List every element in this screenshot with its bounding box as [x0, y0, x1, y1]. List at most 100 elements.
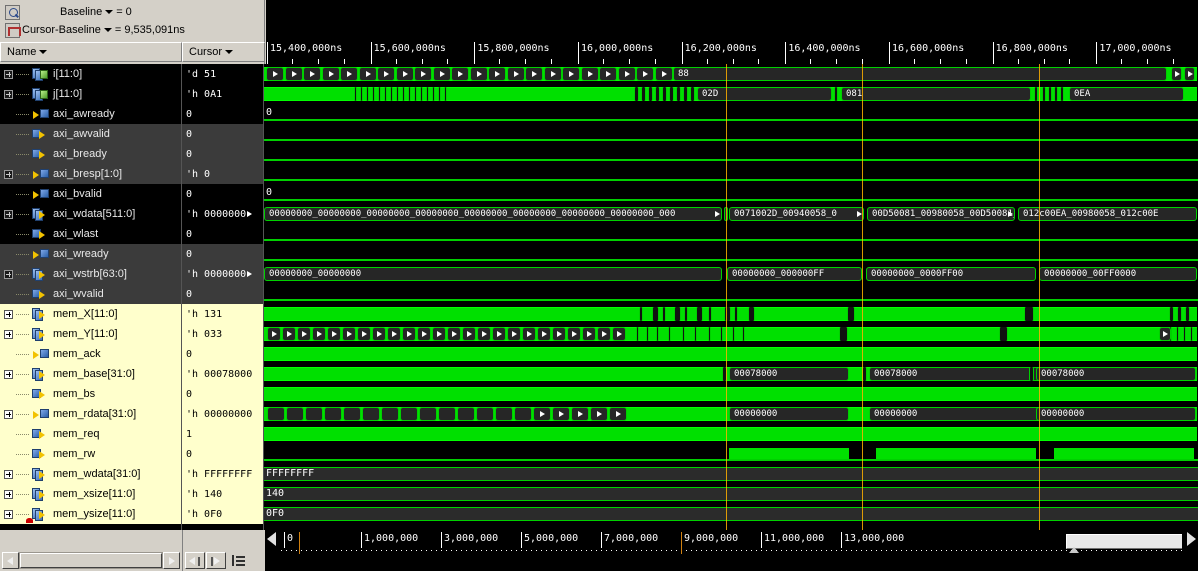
expand-toggle-icon[interactable] — [4, 209, 13, 219]
expand-toggle-icon[interactable] — [4, 329, 13, 339]
waveform-value-segment[interactable] — [286, 407, 304, 421]
waveform-row-mem-ack[interactable] — [264, 344, 1198, 364]
waveform-row-mem-rw[interactable] — [264, 444, 1198, 464]
waveform-value-segment[interactable] — [358, 67, 377, 81]
waveform-value-segment[interactable] — [543, 67, 562, 81]
names-scroll-track[interactable] — [19, 552, 163, 569]
column-header-name[interactable]: Name — [0, 42, 182, 62]
signal-row[interactable]: axi_awready — [0, 104, 181, 124]
signal-row[interactable]: mem_Y[11:0] — [0, 324, 181, 344]
signal-row[interactable]: axi_awvalid — [0, 124, 181, 144]
waveform-row-j[interactable]: 02D 081 0EA — [264, 84, 1198, 104]
waveform-value-segment[interactable] — [381, 407, 399, 421]
waveform-value-segment[interactable] — [462, 327, 476, 341]
waveform-value-segment[interactable] — [1171, 67, 1182, 81]
waveform-value-segment[interactable] — [377, 67, 395, 81]
waveform-value-segment[interactable] — [417, 327, 431, 341]
waveform-row-axi-bresp[interactable] — [264, 164, 1198, 184]
waveform-value-segment[interactable] — [305, 407, 323, 421]
chevron-down-icon[interactable] — [225, 49, 234, 54]
waveform-row-axi-awvalid[interactable] — [264, 124, 1198, 144]
waveform-value-segment[interactable] — [582, 327, 596, 341]
waveform-row-axi-bready[interactable] — [264, 144, 1198, 164]
waveform-value-segment[interactable]: 02D — [697, 87, 832, 101]
signal-row[interactable]: axi_wdata[511:0] — [0, 204, 181, 224]
signal-row[interactable]: mem_base[31:0] — [0, 364, 181, 384]
names-horizontal-scrollbar[interactable] — [2, 552, 180, 569]
signal-row[interactable]: mem_req — [0, 424, 181, 444]
signal-row[interactable]: mem_rdata[31:0] — [0, 404, 181, 424]
signal-names-pane[interactable]: i[11:0] j[11:0] axi_awready axi_awvalid axi_… — [0, 64, 182, 530]
waveform-value-segment[interactable] — [580, 67, 599, 81]
waveform-value-segment[interactable] — [297, 327, 311, 341]
signal-row[interactable]: j[11:0] — [0, 84, 181, 104]
waveform-value-segment[interactable] — [284, 67, 303, 81]
timeline-scroll-right-icon[interactable] — [1187, 532, 1196, 546]
waveform-value-segment[interactable] — [303, 67, 321, 81]
waveform-value-segment[interactable] — [438, 407, 456, 421]
waveform-value-segment[interactable]: 00D50081_00980058_00D50081_ — [867, 207, 1015, 221]
waveform-row-axi-bvalid[interactable]: 0 — [264, 184, 1198, 204]
waveform-value-segment[interactable]: 00078000 — [869, 367, 1039, 381]
waveform-value-segment[interactable] — [343, 407, 361, 421]
waveform-row-axi-wready[interactable] — [264, 244, 1198, 264]
waveform-value-segment[interactable] — [612, 327, 626, 341]
waveform-value-segment[interactable] — [492, 327, 506, 341]
names-scroll-thumb[interactable] — [20, 553, 162, 568]
expand-toggle-icon[interactable] — [4, 409, 13, 419]
view-window-handle[interactable] — [1069, 547, 1079, 553]
waveform-value-segment[interactable] — [282, 327, 296, 341]
waveform-value-segment[interactable]: 00078000 — [729, 367, 849, 381]
waveform-row-axi-wvalid[interactable] — [264, 284, 1198, 304]
waveform-value-segment[interactable] — [451, 67, 469, 81]
waveform-value-segment[interactable] — [533, 407, 551, 421]
waveform-value-segment[interactable]: 00000000_0000FF00 — [866, 267, 1036, 281]
waveform-value-segment[interactable] — [395, 67, 414, 81]
waveform-value-segment[interactable] — [495, 407, 513, 421]
waveform-value-segment[interactable] — [400, 407, 418, 421]
waveform-row-mem-bs[interactable] — [264, 384, 1198, 404]
column-header-cursor[interactable]: Cursor — [182, 42, 265, 62]
waveform-value-segment[interactable] — [340, 67, 358, 81]
waveform-row-i[interactable]: 88 — [264, 64, 1198, 84]
waveform-value-segment[interactable] — [537, 327, 551, 341]
waveform-value-segment[interactable] — [522, 327, 536, 341]
expand-toggle-icon[interactable] — [4, 309, 13, 319]
expand-toggle-icon[interactable] — [4, 69, 13, 79]
waveform-value-segment[interactable]: 00000000_000000FF — [727, 267, 862, 281]
waveform-value-segment[interactable] — [372, 327, 386, 341]
waveform-row-mem-x[interactable] — [264, 304, 1198, 324]
waveform-value-segment[interactable]: 00000000 — [869, 407, 1039, 421]
waveform-value-segment[interactable] — [324, 407, 342, 421]
expand-toggle-icon[interactable] — [4, 89, 13, 99]
waveform-value-segment[interactable]: 00000000 — [729, 407, 849, 421]
signal-row[interactable]: axi_bresp[1:0] — [0, 164, 181, 184]
waveform-value-segment[interactable] — [267, 407, 285, 421]
waveform-value-segment[interactable]: 00000000_00FF0000 — [1039, 267, 1197, 281]
waveform-value-segment[interactable] — [506, 67, 525, 81]
waveform-value-segment[interactable]: 081 — [841, 87, 1031, 101]
time-ruler-panel[interactable]: 15,400,000ns 15,600,000ns 15,800,000ns 16,0… — [265, 0, 1198, 64]
waveform-value-segment[interactable] — [636, 67, 654, 81]
waveform-value-segment[interactable]: 0071002D_00940058_0 — [729, 207, 864, 221]
cursor-marker-line[interactable] — [862, 64, 863, 530]
expand-toggle-icon[interactable] — [4, 489, 13, 499]
waveform-value-segment[interactable] — [312, 327, 326, 341]
expand-toggle-icon[interactable] — [4, 469, 13, 479]
waveform-value-segment[interactable] — [387, 327, 401, 341]
waveform-value-segment[interactable] — [609, 407, 627, 421]
waveform-row-mem-y[interactable] — [264, 324, 1198, 344]
timeline-scroll-left-icon[interactable] — [267, 532, 276, 546]
signal-row[interactable]: axi_wlast — [0, 224, 181, 244]
waveform-value-segment[interactable] — [327, 327, 341, 341]
signal-row[interactable]: axi_wstrb[63:0] — [0, 264, 181, 284]
waveform-value-segment[interactable]: 00000000 — [1036, 407, 1196, 421]
signal-row[interactable]: axi_wvalid — [0, 284, 181, 304]
waveform-value-segment[interactable] — [571, 407, 589, 421]
waveform-value-segment[interactable] — [562, 67, 580, 81]
waveform-value-segment[interactable] — [590, 407, 608, 421]
waveform-value-segment[interactable] — [617, 67, 636, 81]
expand-toggle-icon[interactable] — [4, 369, 13, 379]
waveform-value-segment[interactable] — [514, 407, 532, 421]
waveform-row-mem-rdata[interactable]: 00000000 00000000 00000000 — [264, 404, 1198, 424]
